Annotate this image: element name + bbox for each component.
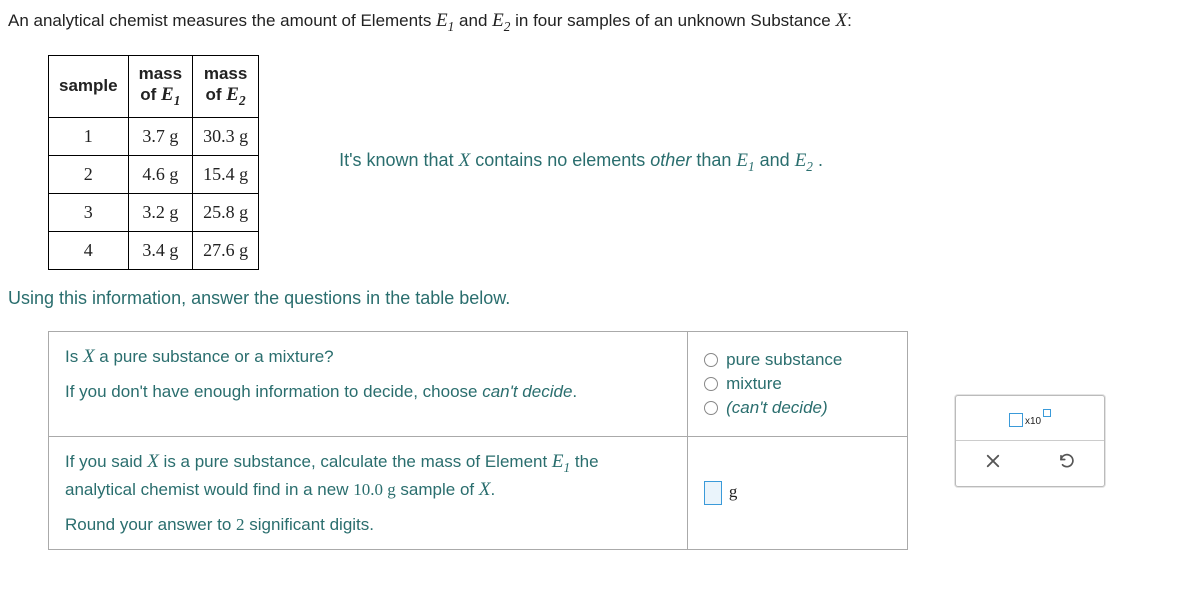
answer-2-input: g [688, 436, 908, 550]
answer-table: Is X a pure substance or a mixture? If y… [48, 331, 908, 551]
unit-label: g [729, 482, 738, 501]
radio-icon [704, 377, 718, 391]
sample-data-table: sample mass of E1 mass of E2 13.7 g30.3 … [48, 55, 259, 270]
reset-button[interactable] [1058, 452, 1076, 475]
table-row: 13.7 g30.3 g [49, 117, 259, 155]
intro-text: An analytical chemist measures the amoun… [8, 10, 1190, 35]
exponent-box-icon [1043, 409, 1051, 417]
option-mixture[interactable]: mixture [704, 374, 891, 394]
col-mass-e1: mass of E1 [128, 55, 192, 117]
table-row: 43.4 g27.6 g [49, 231, 259, 269]
known-statement: It's known that X contains no elements o… [339, 150, 823, 175]
question-1: Is X a pure substance or a mixture? If y… [49, 331, 688, 436]
option-cant-decide[interactable]: (can't decide) [704, 398, 891, 418]
table-row: 24.6 g15.4 g [49, 155, 259, 193]
clear-button[interactable] [984, 452, 1002, 475]
col-sample: sample [49, 55, 129, 117]
instruction-text: Using this information, answer the quest… [8, 288, 1190, 309]
question-2: If you said X is a pure substance, calcu… [49, 436, 688, 550]
mass-input[interactable] [704, 481, 722, 505]
radio-icon [704, 401, 718, 415]
helper-panel: x10 [955, 395, 1105, 487]
radio-icon [704, 353, 718, 367]
answer-1-options: pure substance mixture (can't decide) [688, 331, 908, 436]
sci-notation-button[interactable]: x10 [956, 396, 1104, 441]
option-pure[interactable]: pure substance [704, 350, 891, 370]
table-row: 33.2 g25.8 g [49, 193, 259, 231]
x10-label: x10 [1025, 416, 1041, 427]
mantissa-box-icon [1009, 413, 1023, 427]
col-mass-e2: mass of E2 [193, 55, 259, 117]
